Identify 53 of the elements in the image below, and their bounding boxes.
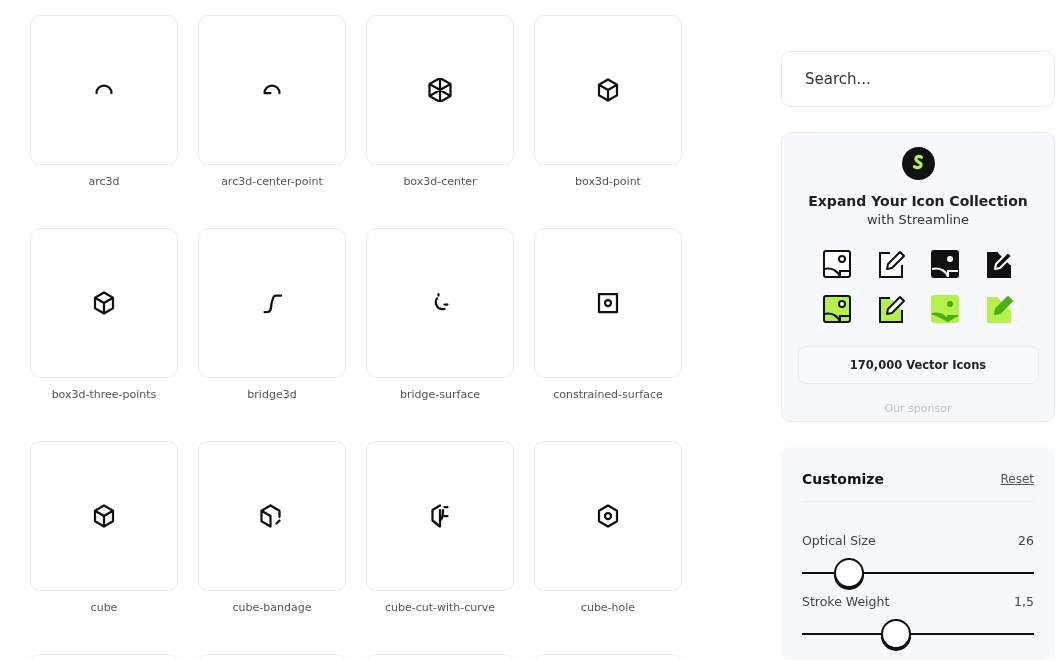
slider-label: Stroke Weight [802, 594, 890, 610]
slider-thumb[interactable] [834, 558, 865, 589]
image-icon [930, 293, 960, 324]
icon-label: cube-bandage [232, 601, 312, 614]
slider-value: 1,5 [1014, 594, 1034, 610]
icon-label: bridge3d [247, 388, 297, 401]
edit-icon [876, 293, 906, 324]
icon-card[interactable] [30, 228, 178, 378]
image-icon [930, 248, 960, 279]
icon-card[interactable] [30, 441, 178, 591]
icon-card[interactable] [198, 228, 346, 378]
edit-icon [984, 293, 1014, 324]
icon-card[interactable] [534, 441, 682, 591]
slider-thumb[interactable] [880, 619, 911, 650]
icon-card[interactable] [366, 15, 514, 165]
icon-card[interactable] [366, 228, 514, 378]
image-icon [822, 293, 852, 324]
geometry-icon [596, 291, 620, 315]
geometry-icon [428, 78, 452, 102]
reset-link[interactable]: Reset [1000, 472, 1034, 487]
edit-icon [876, 248, 906, 279]
icon-label: bridge-surface [400, 388, 480, 401]
icon-label: arc3d [88, 175, 120, 188]
geometry-icon [260, 504, 284, 528]
icon-label: box3d-three-points [51, 388, 157, 401]
icon-card[interactable] [198, 15, 346, 165]
icon-card[interactable] [198, 441, 346, 591]
icon-label: cube-cut-with-curve [384, 601, 496, 614]
slider-label: Optical Size [802, 533, 876, 549]
sponsor-title: Expand Your Icon Collection [808, 192, 1028, 209]
sponsor-subtitle: with Streamline [866, 211, 970, 227]
geometry-icon [92, 291, 116, 315]
icon-label: cube-hole [580, 601, 636, 614]
icon-label: box3d-point [575, 175, 641, 188]
icon-card[interactable] [366, 441, 514, 591]
sponsor-caption: Our sponsor [884, 401, 952, 415]
slider-value: 26 [1018, 533, 1034, 549]
geometry-icon [596, 78, 620, 102]
logo-icon [901, 146, 935, 180]
geometry-icon [596, 504, 620, 528]
icon-card[interactable] [534, 15, 682, 165]
edit-icon [984, 248, 1014, 279]
image-icon [822, 248, 852, 279]
vector-icons-button[interactable]: 170,000 Vector Icons [797, 345, 1039, 384]
icon-card[interactable] [30, 15, 178, 165]
icon-card[interactable] [534, 228, 682, 378]
geometry-icon [92, 504, 116, 528]
search-field[interactable]: Search... [781, 51, 1055, 107]
customize-title: Customize [802, 471, 884, 488]
icon-label: arc3d-center-point [221, 175, 323, 188]
icon-label: box3d-center [403, 175, 477, 188]
icon-label: constrained-surface [553, 388, 663, 401]
icon-label: cube [90, 601, 118, 614]
